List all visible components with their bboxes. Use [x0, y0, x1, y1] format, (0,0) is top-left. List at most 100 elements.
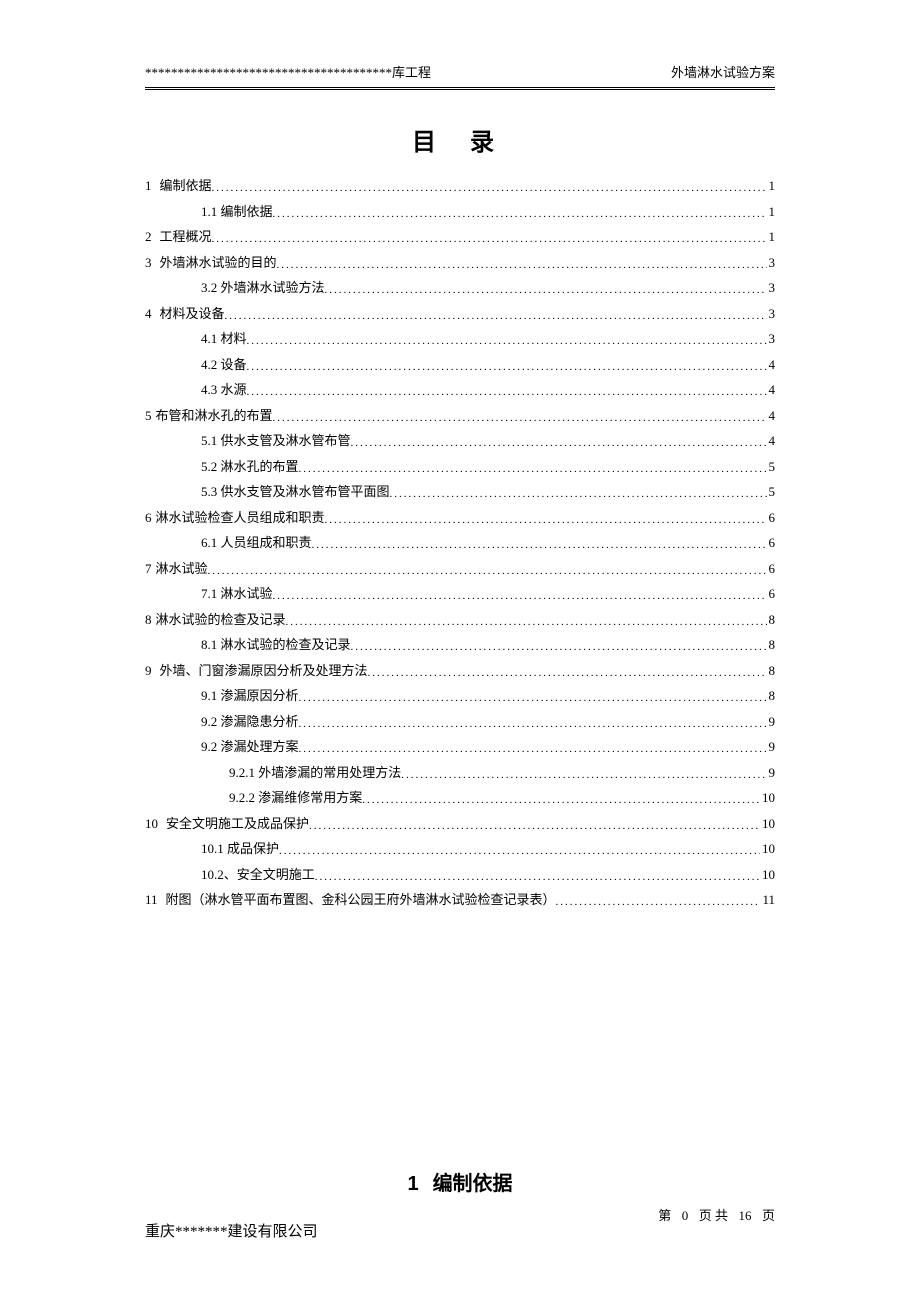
toc-entry-page: 6 — [767, 562, 776, 575]
toc-entry-page: 4 — [767, 358, 776, 371]
toc-entry-text: 7.1 淋水试验 — [201, 587, 273, 600]
toc-entry-text: 外墙、门窗渗漏原因分析及处理方法 — [160, 664, 368, 677]
toc-entry-page: 3 — [767, 281, 776, 294]
toc-entry-text: 淋水试验的检查及记录 — [156, 613, 286, 626]
toc-entry-text: 外墙淋水试验的目的 — [160, 256, 277, 269]
toc-entry-page: 3 — [767, 256, 776, 269]
toc-entry-page: 10 — [760, 842, 775, 855]
toc-leader-dots — [212, 234, 767, 245]
toc-entry-text: 9.2.1 外墙渗漏的常用处理方法 — [229, 766, 401, 779]
table-of-contents: 1编制依据11.1 编制依据12工程概况13外墙淋水试验的目的33.2 外墙淋水… — [145, 179, 775, 907]
toc-leader-dots — [401, 770, 766, 781]
toc-leader-dots — [368, 668, 767, 679]
toc-entry-number: 9 — [145, 664, 160, 677]
toc-entry-page: 8 — [767, 689, 776, 702]
toc-leader-dots — [247, 362, 767, 373]
toc-row: 5.1 供水支管及淋水管布管4 — [145, 434, 775, 448]
toc-entry-page: 10 — [760, 791, 775, 804]
toc-leader-dots — [299, 693, 767, 704]
toc-entry-page: 9 — [767, 715, 776, 728]
toc-entry-text: 5.2 淋水孔的布置 — [201, 460, 299, 473]
toc-entry-number: 3 — [145, 256, 160, 269]
toc-leader-dots — [273, 209, 767, 220]
toc-entry-text: 淋水试验检查人员组成和职责 — [156, 511, 325, 524]
section-number: 1 — [407, 1173, 432, 1195]
toc-row: 5布管和淋水孔的布置4 — [145, 409, 775, 423]
toc-leader-dots — [351, 438, 767, 449]
page-header: **************************************库工… — [145, 62, 775, 87]
toc-entry-text: 9.2 渗漏隐患分析 — [201, 715, 299, 728]
toc-leader-dots — [277, 260, 767, 271]
toc-leader-dots — [247, 336, 767, 347]
toc-leader-dots — [309, 821, 760, 832]
toc-entry-page: 1 — [767, 205, 776, 218]
toc-leader-dots — [299, 744, 767, 755]
toc-leader-dots — [212, 183, 767, 194]
toc-row: 8淋水试验的检查及记录8 — [145, 613, 775, 627]
toc-entry-number: 8 — [145, 613, 156, 626]
toc-row: 4.3 水源 4 — [145, 383, 775, 397]
toc-leader-dots — [273, 413, 767, 424]
toc-entry-text: 淋水试验 — [156, 562, 208, 575]
toc-leader-dots — [286, 617, 767, 628]
toc-entry-text: 5.3 供水支管及淋水管布管平面图 — [201, 485, 390, 498]
toc-leader-dots — [225, 311, 767, 322]
toc-entry-text: 4.3 水源 — [201, 383, 247, 396]
footer-mid: 页 共 — [699, 1208, 728, 1223]
toc-entry-text: 6.1 人员组成和职责 — [201, 536, 312, 549]
toc-entry-page: 3 — [767, 332, 776, 345]
toc-leader-dots — [362, 795, 760, 806]
toc-entry-text: 编制依据 — [160, 179, 212, 192]
toc-entry-number: 10 — [145, 817, 166, 830]
toc-row: 4材料及设备 3 — [145, 307, 775, 321]
header-right: 外墙淋水试验方案 — [671, 62, 775, 81]
toc-title: 目 录 — [145, 122, 775, 157]
toc-row: 8.1 淋水试验的检查及记录 8 — [145, 638, 775, 652]
toc-entry-text: 8.1 淋水试验的检查及记录 — [201, 638, 351, 651]
toc-entry-text: 10.1 成品保护 — [201, 842, 279, 855]
toc-entry-number: 4 — [145, 307, 160, 320]
toc-entry-text: 安全文明施工及成品保护 — [166, 817, 309, 830]
toc-leader-dots — [312, 540, 767, 551]
toc-row: 6.1 人员组成和职责6 — [145, 536, 775, 550]
section-heading: 1编制依据 — [145, 1167, 775, 1196]
toc-leader-dots — [390, 489, 767, 500]
toc-entry-text: 9.2 渗漏处理方案 — [201, 740, 299, 753]
toc-row: 10安全文明施工及成品保护10 — [145, 817, 775, 831]
toc-entry-number: 5 — [145, 409, 156, 422]
toc-row: 4.2 设备 4 — [145, 358, 775, 372]
toc-entry-number: 1 — [145, 179, 160, 192]
toc-leader-dots — [351, 642, 767, 653]
toc-row: 10.1 成品保护 10 — [145, 842, 775, 856]
toc-entry-number: 7 — [145, 562, 156, 575]
toc-row: 4.1 材料3 — [145, 332, 775, 346]
toc-row: 9外墙、门窗渗漏原因分析及处理方法8 — [145, 664, 775, 678]
toc-row: 2工程概况1 — [145, 230, 775, 244]
toc-row: 9.2 渗漏隐患分析 9 — [145, 715, 775, 729]
toc-row: 3外墙淋水试验的目的3 — [145, 256, 775, 270]
toc-entry-text: 9.1 渗漏原因分析 — [201, 689, 299, 702]
toc-entry-page: 1 — [767, 179, 776, 192]
toc-row: 9.1 渗漏原因分析 8 — [145, 689, 775, 703]
toc-entry-page: 5 — [767, 460, 776, 473]
toc-entry-page: 5 — [767, 485, 776, 498]
toc-entry-page: 4 — [767, 409, 776, 422]
toc-entry-page: 4 — [767, 383, 776, 396]
toc-entry-page: 4 — [767, 434, 776, 447]
toc-entry-page: 10 — [760, 817, 775, 830]
toc-row: 6淋水试验检查人员组成和职责6 — [145, 511, 775, 525]
toc-entry-page: 9 — [767, 740, 776, 753]
toc-entry-number: 11 — [145, 893, 166, 906]
toc-entry-page: 6 — [767, 587, 776, 600]
toc-entry-page: 8 — [767, 613, 776, 626]
toc-row: 1.1 编制依据1 — [145, 205, 775, 219]
toc-entry-page: 3 — [767, 307, 776, 320]
toc-leader-dots — [325, 285, 767, 296]
toc-entry-text: 4.2 设备 — [201, 358, 247, 371]
toc-entry-page: 8 — [767, 638, 776, 651]
toc-row: 3.2 外墙淋水试验方法3 — [145, 281, 775, 295]
toc-entry-text: 材料及设备 — [160, 307, 225, 320]
toc-leader-dots — [325, 515, 767, 526]
toc-row: 11附图（淋水管平面布置图、金科公园王府外墙淋水试验检查记录表）11 — [145, 893, 775, 907]
toc-leader-dots — [315, 872, 760, 883]
